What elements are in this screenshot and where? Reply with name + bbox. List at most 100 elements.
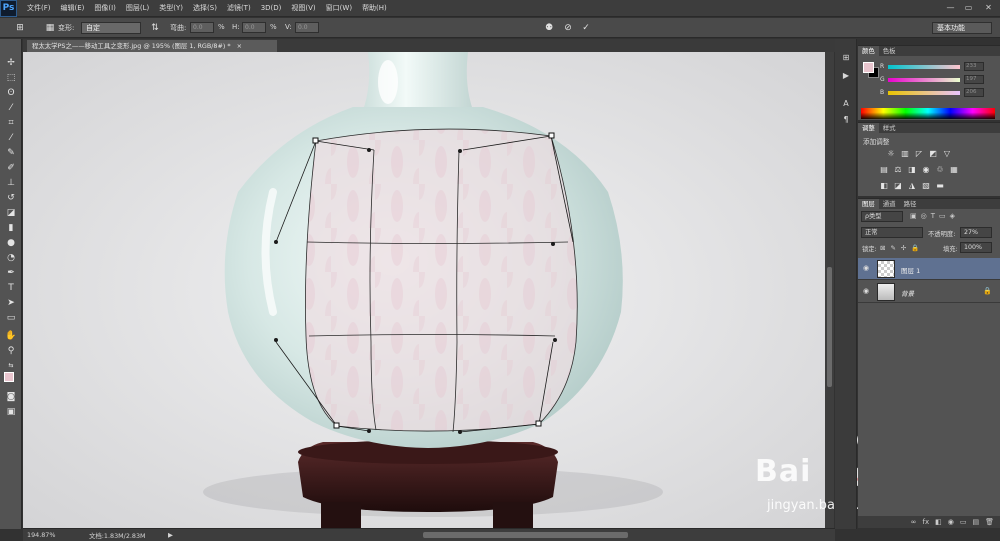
- menu-file[interactable]: 文件(F): [27, 3, 51, 13]
- eye-icon[interactable]: ◉: [863, 264, 869, 272]
- lasso-tool-icon[interactable]: ʘ: [4, 87, 18, 100]
- puppet-warp-icon[interactable]: ⚉: [543, 22, 555, 34]
- tab-color[interactable]: 颜色: [858, 46, 879, 56]
- type-tool-icon[interactable]: T: [4, 282, 18, 295]
- menu-window[interactable]: 窗口(W): [326, 3, 352, 13]
- menu-layer[interactable]: 图层(L): [126, 3, 149, 13]
- layer-style-icon[interactable]: fx: [923, 516, 930, 528]
- quick-select-tool-icon[interactable]: ⁄: [4, 102, 18, 115]
- minimize-button[interactable]: —: [944, 3, 957, 13]
- reference-point-icon[interactable]: ⊞: [14, 22, 26, 34]
- character-panel-icon[interactable]: A: [839, 97, 853, 110]
- crop-tool-icon[interactable]: ⌗: [4, 117, 18, 130]
- b-track[interactable]: [888, 91, 960, 95]
- menu-view[interactable]: 视图(V): [291, 3, 315, 13]
- menu-edit[interactable]: 编辑(E): [61, 3, 85, 13]
- tab-paths[interactable]: 路径: [900, 199, 921, 209]
- new-layer-icon[interactable]: ▤: [972, 516, 979, 528]
- opacity-input[interactable]: 27%: [960, 227, 992, 238]
- warp-style-dropdown[interactable]: 自定: [81, 22, 141, 34]
- foreground-color-swatch[interactable]: [4, 372, 14, 382]
- warp-orientation-icon[interactable]: ⇅: [149, 22, 161, 34]
- healing-brush-tool-icon[interactable]: ✎: [4, 147, 18, 160]
- blend-mode-dropdown[interactable]: 正常: [861, 227, 923, 238]
- tab-swatches[interactable]: 色板: [879, 46, 900, 56]
- eye-icon[interactable]: ◉: [863, 287, 869, 295]
- layer-row-1[interactable]: ◉ 图层 1: [858, 258, 1000, 280]
- levels-icon[interactable]: ▥: [900, 149, 910, 159]
- delete-layer-icon[interactable]: 🗑: [985, 516, 994, 528]
- g-track[interactable]: [888, 78, 960, 82]
- tab-styles[interactable]: 样式: [879, 123, 900, 133]
- pen-tool-icon[interactable]: ✒: [4, 267, 18, 280]
- rectangle-tool-icon[interactable]: ▭: [4, 312, 18, 325]
- clone-stamp-tool-icon[interactable]: ⊥: [4, 177, 18, 190]
- new-group-icon[interactable]: ▭: [960, 516, 967, 528]
- quick-mask-icon[interactable]: ◙: [4, 391, 18, 404]
- layer-name[interactable]: 图层 1: [901, 265, 920, 275]
- exposure-icon[interactable]: ◩: [928, 149, 938, 159]
- tab-channels[interactable]: 通道: [879, 199, 900, 209]
- horizontal-scroll-thumb[interactable]: [423, 532, 628, 538]
- layer-row-background[interactable]: ◉ 背景 🔒: [858, 281, 1000, 303]
- r-value[interactable]: 233: [964, 62, 984, 71]
- warp-mode-icon[interactable]: ▦: [44, 22, 56, 34]
- move-tool-icon[interactable]: ✢: [4, 57, 18, 70]
- zoom-tool-icon[interactable]: ⚲: [4, 345, 18, 358]
- paragraph-panel-icon[interactable]: ¶: [839, 113, 853, 126]
- fill-input[interactable]: 100%: [960, 242, 992, 253]
- vibrance-icon[interactable]: ▽: [942, 149, 952, 159]
- gradient-map-icon[interactable]: ▬: [935, 181, 945, 191]
- tab-layers[interactable]: 图层: [858, 199, 879, 209]
- path-select-tool-icon[interactable]: ➤: [4, 297, 18, 310]
- layer-name[interactable]: 背景: [901, 288, 914, 298]
- hue-saturation-icon[interactable]: ▤: [879, 165, 889, 175]
- invert-icon[interactable]: ◧: [879, 181, 889, 191]
- eraser-tool-icon[interactable]: ◪: [4, 207, 18, 220]
- status-menu-arrow-icon[interactable]: ▶: [168, 531, 173, 539]
- h-distortion-input[interactable]: 0.0: [242, 22, 266, 33]
- color-lookup-icon[interactable]: ▦: [949, 165, 959, 175]
- new-adjustment-icon[interactable]: ◉: [948, 516, 954, 528]
- g-slider[interactable]: G 197: [880, 75, 995, 84]
- curves-icon[interactable]: ◸: [914, 149, 924, 159]
- threshold-icon[interactable]: ◮: [907, 181, 917, 191]
- blur-tool-icon[interactable]: ●: [4, 237, 18, 250]
- cancel-transform-icon[interactable]: ⊘: [562, 22, 574, 34]
- menu-select[interactable]: 选择(S): [193, 3, 217, 13]
- selective-color-icon[interactable]: ▧: [921, 181, 931, 191]
- history-panel-icon[interactable]: ⊞: [839, 51, 853, 64]
- workspace-dropdown[interactable]: 基本功能: [932, 22, 992, 34]
- close-window-button[interactable]: ✕: [982, 3, 995, 13]
- color-spectrum-bar[interactable]: [861, 108, 995, 119]
- posterize-icon[interactable]: ◪: [893, 181, 903, 191]
- menu-filter[interactable]: 滤镜(T): [227, 3, 251, 13]
- layer-filter-icons[interactable]: ▣◎T▭◈: [910, 212, 959, 220]
- commit-transform-icon[interactable]: ✓: [580, 22, 592, 34]
- screen-mode-icon[interactable]: ▣: [4, 406, 18, 419]
- menu-help[interactable]: 帮助(H): [362, 3, 387, 13]
- b-slider[interactable]: B 206: [880, 88, 995, 97]
- v-distortion-input[interactable]: 0.0: [295, 22, 319, 33]
- b-value[interactable]: 206: [964, 88, 984, 97]
- color-panel-foreground[interactable]: [863, 62, 874, 73]
- brightness-icon[interactable]: ☼: [886, 149, 896, 159]
- g-value[interactable]: 197: [964, 75, 984, 84]
- link-layers-icon[interactable]: ∞: [911, 516, 917, 528]
- close-tab-icon[interactable]: ×: [237, 42, 242, 50]
- tab-adjustments[interactable]: 调整: [858, 123, 879, 133]
- restore-button[interactable]: ▭: [962, 3, 975, 13]
- lock-icons[interactable]: ⊠✎✢🔒: [880, 244, 924, 252]
- marquee-tool-icon[interactable]: ⬚: [4, 72, 18, 85]
- image-canvas[interactable]: [23, 52, 825, 528]
- gradient-tool-icon[interactable]: ▮: [4, 222, 18, 235]
- bend-input[interactable]: 0.0: [190, 22, 214, 33]
- menu-3d[interactable]: 3D(D): [261, 4, 282, 12]
- r-track[interactable]: [888, 65, 960, 69]
- dodge-tool-icon[interactable]: ◔: [4, 252, 18, 265]
- document-tab[interactable]: 程太太学PS之——移动工具之变形.jpg @ 195% (图层 1, RGB/8…: [27, 40, 277, 52]
- layer-filter-dropdown[interactable]: ρ类型: [861, 211, 903, 222]
- history-brush-tool-icon[interactable]: ↺: [4, 192, 18, 205]
- eyedropper-tool-icon[interactable]: ⁄: [4, 132, 18, 145]
- r-slider[interactable]: R 233: [880, 62, 995, 71]
